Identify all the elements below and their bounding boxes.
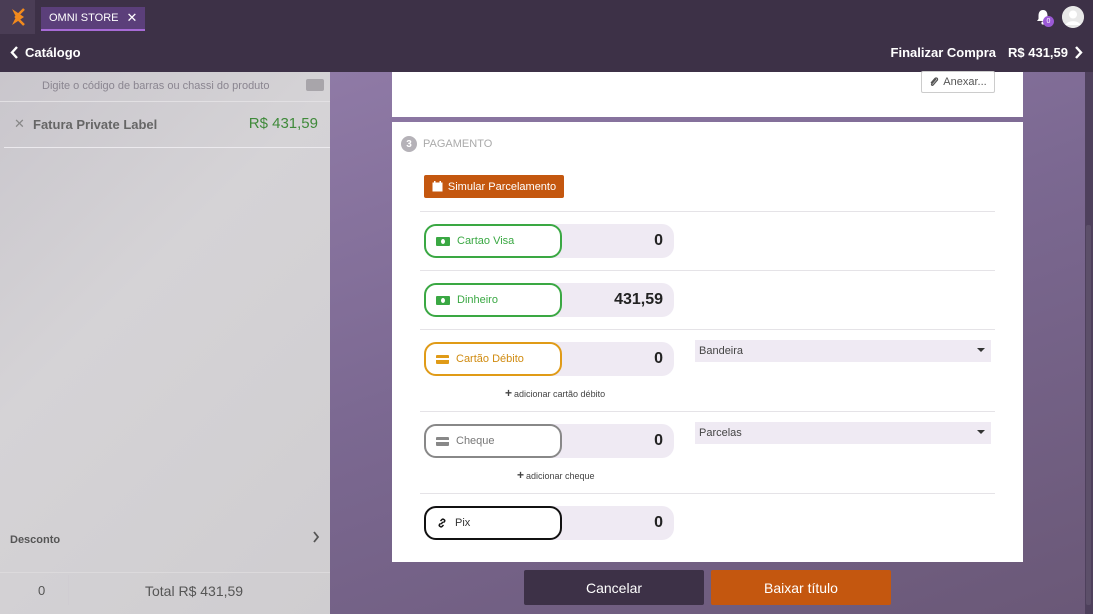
barcode-search[interactable]: Digite o código de barras ou chassi do p… (0, 72, 330, 102)
store-tab[interactable]: OMNI STORE ✕ (41, 7, 146, 31)
cart-panel: Digite o código de barras ou chassi do p… (0, 72, 330, 614)
scrollbar-thumb[interactable] (1086, 225, 1091, 605)
debit-label: Cartão Débito (456, 353, 524, 365)
top-bar: OMNI STORE ✕ 0 (0, 0, 1093, 34)
visa-amount: 0 (654, 232, 663, 249)
card-brand-value: Bandeira (699, 345, 744, 357)
discount-label: Desconto (10, 534, 61, 546)
add-cheque-label: adicionar cheque (526, 471, 595, 481)
installments-value: Parcelas (699, 427, 742, 439)
card-brand-select[interactable]: Bandeira (695, 340, 991, 362)
payment-row-pix: 0 Pix (420, 493, 995, 553)
calendar-icon (432, 181, 443, 192)
payment-row-cash: 431,59 Dinheiro (420, 270, 995, 329)
finalize-purchase-button[interactable]: Finalizar Compra R$ 431,59 (891, 45, 1083, 60)
item-quantity: 0 (38, 583, 46, 598)
pix-method-button[interactable]: Pix (424, 506, 562, 540)
add-debit-label: adicionar cartão débito (514, 389, 606, 399)
discount-row[interactable]: Desconto (0, 528, 330, 554)
pix-label: Pix (455, 517, 471, 529)
installments-select[interactable]: Parcelas (695, 422, 991, 444)
add-debit-card-link[interactable]: + adicionar cartão débito (505, 386, 605, 400)
back-to-catalog-button[interactable]: Catálogo (10, 45, 81, 60)
debit-amount: 0 (654, 350, 663, 367)
caret-down-icon (977, 348, 985, 352)
step-number: 3 (401, 136, 417, 152)
money-icon (436, 295, 450, 305)
cash-amount: 431,59 (614, 291, 663, 308)
link-icon (438, 518, 446, 528)
cart-total: Total R$ 431,59 (145, 583, 244, 599)
notification-badge: 0 (1043, 16, 1054, 27)
credit-card-icon (436, 354, 449, 364)
add-cheque-link[interactable]: + adicionar cheque (517, 468, 595, 482)
payment-row-cheque: 0 Cheque + adicionar cheque Parcelas (420, 411, 995, 493)
attach-button[interactable]: Anexar... (921, 71, 995, 93)
cart-item[interactable]: ✕ Fatura Private Label R$ 431,59 (4, 102, 330, 148)
paperclip-icon (930, 77, 939, 86)
back-label: Catálogo (25, 45, 81, 60)
simulate-label: Simular Parcelamento (447, 180, 557, 193)
cheque-amount: 0 (654, 432, 663, 449)
payment-step-header: 3 PAGAMENTO (401, 136, 492, 152)
app-logo[interactable] (0, 0, 35, 34)
store-tab-label: OMNI STORE (49, 12, 119, 24)
cart-footer: 0 Total R$ 431,59 (0, 572, 330, 614)
avatar[interactable] (1062, 6, 1084, 28)
visa-label: Cartao Visa (457, 235, 515, 247)
cheque-label: Cheque (456, 435, 495, 447)
cart-item-price: R$ 431,59 (248, 115, 318, 132)
cart-item-name: Fatura Private Label (33, 117, 158, 132)
check-card-icon (436, 436, 449, 446)
close-tab-icon[interactable]: ✕ (126, 10, 137, 26)
payment-card: 3 PAGAMENTO Simular Parcelamento 0 Carta… (392, 122, 1023, 562)
attach-label: Anexar... (943, 76, 987, 88)
chevron-left-icon (10, 46, 18, 59)
logo-icon (11, 8, 25, 26)
keyboard-icon[interactable] (306, 79, 324, 91)
step-title: PAGAMENTO (423, 138, 493, 150)
caret-down-icon (977, 430, 985, 434)
cash-method-button[interactable]: Dinheiro (424, 283, 562, 317)
chevron-right-icon (1075, 46, 1083, 59)
payment-row-debit: 0 Cartão Débito + adicionar cartão débito… (420, 329, 995, 411)
attachment-card: Anexar... (392, 71, 1023, 117)
forward-label: Finalizar Compra (890, 45, 996, 60)
cheque-method-button[interactable]: Cheque (424, 424, 562, 458)
pix-amount: 0 (654, 514, 663, 531)
cancel-button[interactable]: Cancelar (524, 570, 704, 605)
nav-bar: Catálogo Finalizar Compra R$ 431,59 (0, 34, 1093, 72)
payment-row-visa: 0 Cartao Visa (420, 211, 995, 270)
visa-method-button[interactable]: Cartao Visa (424, 224, 562, 258)
divider (68, 575, 69, 605)
forward-amount: R$ 431,59 (1008, 45, 1068, 60)
barcode-input[interactable]: Digite o código de barras ou chassi do p… (42, 80, 269, 92)
confirm-payment-button[interactable]: Baixar título (711, 570, 891, 605)
money-icon (436, 236, 450, 246)
user-icon (1062, 6, 1084, 28)
debit-method-button[interactable]: Cartão Débito (424, 342, 562, 376)
chevron-right-icon (313, 531, 320, 543)
plus-icon: + (505, 386, 513, 400)
cash-label: Dinheiro (457, 294, 498, 306)
remove-item-icon[interactable]: ✕ (14, 116, 25, 132)
simulate-installments-button[interactable]: Simular Parcelamento (424, 175, 564, 198)
plus-icon: + (517, 468, 525, 482)
